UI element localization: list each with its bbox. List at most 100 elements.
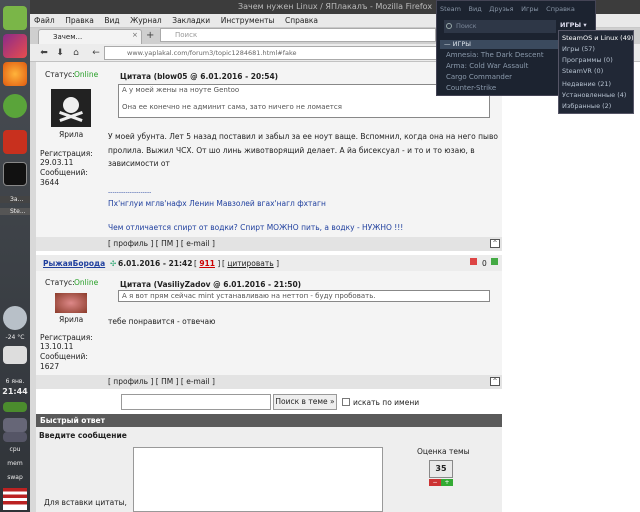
post-text-line: зависимости от [108,159,170,168]
post-footer [36,237,502,251]
download-icon[interactable]: ⬇ [54,47,66,59]
dropdown-item-favorites[interactable]: Избранные (2) [562,102,611,110]
tab-active[interactable]: Зачем... [38,29,142,44]
quote-box: А у моей жены на ноуте Gentoo Она ее кон… [118,84,490,118]
network-icon[interactable] [3,402,27,412]
firefox-icon[interactable] [3,62,27,86]
keyboard-layout-flag-icon[interactable] [3,488,27,510]
dropdown-item-games[interactable]: Игры (57) [562,45,595,53]
avatar [55,293,87,313]
status-value: Online [74,278,99,287]
gimp-leaf-icon[interactable] [3,94,27,118]
reg-date: 29.03.11 [40,158,74,167]
home-icon[interactable]: ⌂ [70,47,82,59]
thumbs-up-icon[interactable] [491,258,498,265]
menu-tools[interactable]: Инструменты [217,14,279,28]
steam-menu-games[interactable]: Игры [521,5,539,13]
game-launcher-icon[interactable] [3,34,27,58]
menu-help[interactable]: Справка [281,14,322,28]
mail-icon[interactable] [3,346,27,364]
email-link[interactable]: [ e-mail ] [181,239,215,248]
topic-rating-label: Оценка темы [417,447,470,456]
mem-label: mem [7,460,23,467]
new-tab-button[interactable]: + [146,30,154,41]
dropdown-item-software[interactable]: Программы (0) [562,56,613,64]
topic-search-input[interactable] [121,394,271,410]
cite-link-label[interactable]: цитировать [227,259,273,268]
menu-bookmarks[interactable]: Закладки [168,14,214,28]
scroll-top-button[interactable]: ^ [490,239,500,248]
quote-header: Цитата (VasiliyZadov @ 6.01.2016 - 21:50… [120,280,302,289]
dropdown-item-steamvr[interactable]: SteamVR (0) [562,67,603,75]
steam-tray-icon[interactable] [3,418,27,432]
topic-rating-value: 35 [429,460,453,478]
task-item-browser[interactable]: За... [0,196,30,203]
search-by-name-checkbox[interactable] [342,398,350,406]
post-links: [ профиль ] [ ПМ ] [ e-mail ] [108,377,215,386]
steam-menu-view[interactable]: Вид [469,5,482,13]
menu-edit[interactable]: Правка [61,14,98,28]
profile-link[interactable]: [ профиль ] [108,239,153,248]
thumbs-down-icon[interactable] [470,258,477,265]
search-input[interactable]: Поиск [160,28,436,42]
steam-menu-friends[interactable]: Друзья [489,5,513,13]
tab-close-icon[interactable]: × [132,31,138,39]
menu-file[interactable]: Файл [30,14,59,28]
pm-link[interactable]: [ ПМ ] [156,377,179,386]
status-label: Статус: [45,278,75,287]
topic-search-button[interactable]: Поиск в теме » [273,394,337,410]
post-number-value[interactable]: 911 [199,259,215,268]
post-footer [36,375,502,389]
email-link[interactable]: [ e-mail ] [181,377,215,386]
menu-view[interactable]: Вид [100,14,123,28]
dropdown-item-steamos[interactable]: SteamOS и Linux (49) [562,34,634,42]
msgs-label: Сообщений: [40,168,88,177]
quote-hint: Для вставки цитаты, [44,498,127,507]
steam-games-header[interactable]: — ИГРЫ [440,40,558,49]
rate-down-button[interactable]: − [429,479,441,486]
steam-search-input[interactable]: Поиск [444,20,556,33]
weather-cloud-icon [3,306,27,330]
post-links: [ профиль ] [ ПМ ] [ e-mail ] [108,239,215,248]
post-number[interactable]: [ 911 ] [194,259,220,268]
clock-time: 21:44 [2,387,28,396]
scroll-top-button[interactable]: ^ [490,377,500,386]
steam-menu-steam[interactable]: Steam [440,5,461,13]
status-value: Online [74,70,99,79]
mint-menu-icon[interactable] [3,6,27,30]
pm-link[interactable]: [ ПМ ] [156,239,179,248]
dropdown-item-installed[interactable]: Установленные (4) [562,91,626,99]
rate-up-button[interactable]: + [441,479,453,486]
post-author[interactable]: РыжаяБорода [43,259,105,268]
cite-link[interactable]: [ цитировать ] [222,259,279,268]
volume-icon[interactable] [3,432,27,442]
steam-game-item[interactable]: Arma: Cold War Assault [446,62,528,70]
desktop-panel: За... Ste... -24 °C 6 янв. 21:44 cpu mem… [0,0,30,512]
signature-line: Чем отличается спирт от водки? Спирт МОЖ… [108,223,404,232]
profile-link[interactable]: [ профиль ] [108,377,153,386]
task-item-steam[interactable]: Ste... [0,208,30,215]
message-textarea[interactable] [133,447,383,512]
user-rank: Ярила [59,130,84,139]
menu-history[interactable]: Журнал [126,14,166,28]
back-arrow-icon[interactable]: ← [90,47,102,59]
reg-date: 13.10.11 [40,342,74,351]
steam-game-item[interactable]: Cargo Commander [446,73,512,81]
user-rank: Ярила [59,315,84,324]
avatar [51,89,91,127]
quote-line: Она ее конечно не админит сама, зато нич… [122,103,342,111]
signature-line: Пх'нглуи мглв'нафх Ленин Мавзолей вгах'н… [108,199,326,208]
tools-icon[interactable] [3,130,27,154]
post-date: 6.01.2016 - 21:42 [118,259,193,268]
steam-games-filter-button[interactable]: ИГРЫ ▾ [560,21,587,29]
steam-menu: Steam Вид Друзья Игры Справка [440,4,580,13]
page-margin [502,62,640,512]
steam-game-item[interactable]: Counter-Strike [446,84,496,92]
terminal-icon[interactable] [3,162,27,186]
post-marker-icon: ✣ [110,259,117,268]
back-icon[interactable]: ⬅ [38,47,50,59]
url-bar[interactable]: www.yaplakal.com/forum3/topic1284681.htm… [104,46,444,60]
dropdown-item-recent[interactable]: Недавние (21) [562,80,611,88]
steam-game-item[interactable]: Amnesia: The Dark Descent [446,51,544,59]
steam-menu-help[interactable]: Справка [546,5,575,13]
